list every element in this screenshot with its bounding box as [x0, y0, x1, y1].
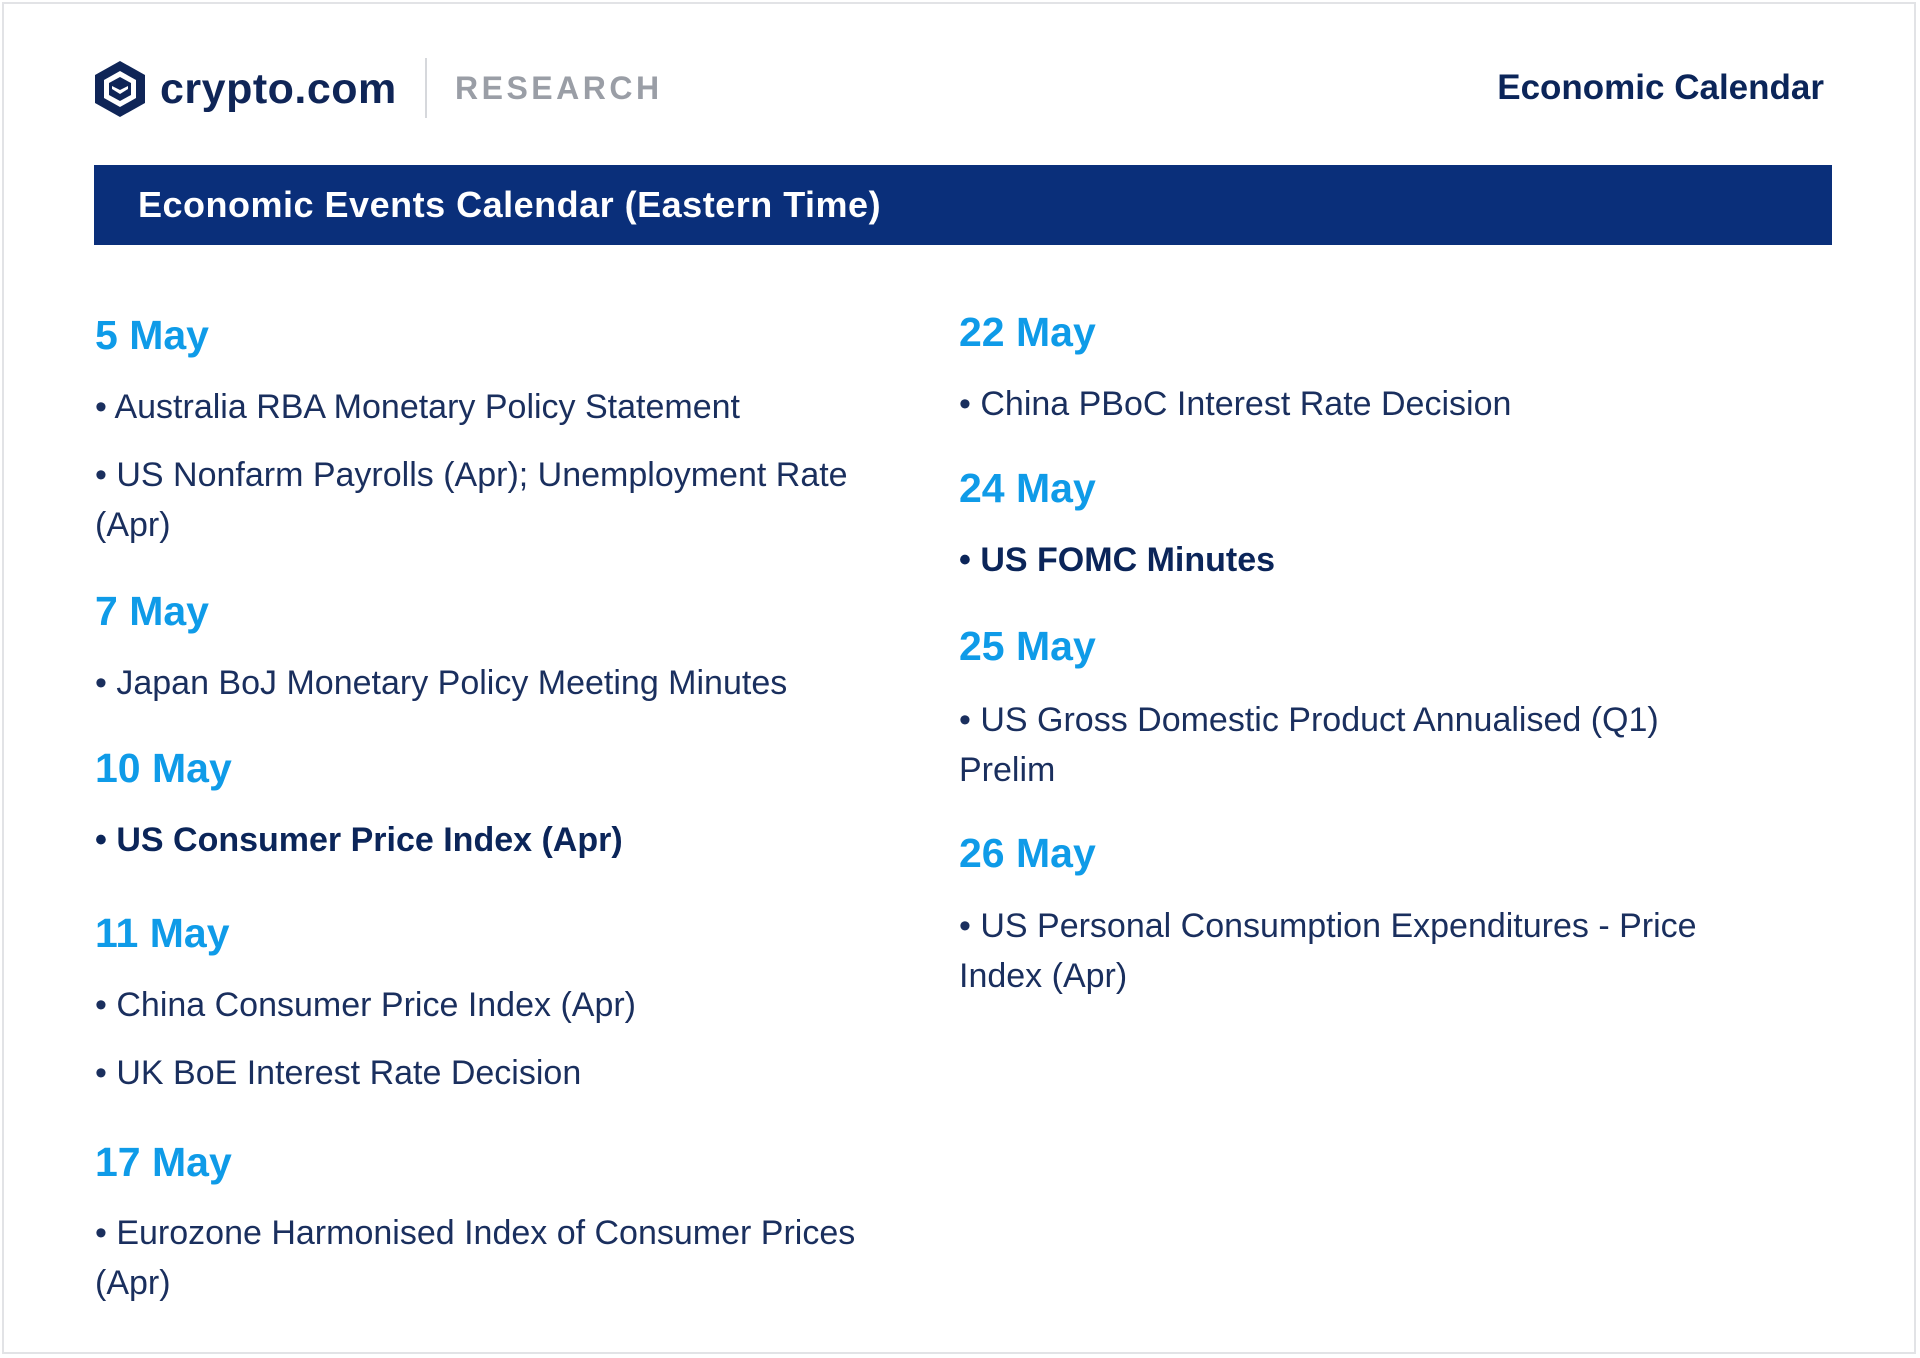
calendar-card: crypto.com RESEARCH Economic Calendar Ec… — [2, 2, 1916, 1354]
header: crypto.com RESEARCH Economic Calendar — [4, 4, 1914, 164]
event-item: • China PBoC Interest Rate Decision — [959, 385, 1512, 423]
banner-title: Economic Events Calendar (Eastern Time) — [138, 184, 882, 225]
date-heading: 26 May — [959, 830, 1096, 876]
event-item: • UK BoE Interest Rate Decision — [95, 1054, 582, 1092]
date-heading: 17 May — [95, 1139, 232, 1185]
date-heading: 7 May — [95, 588, 209, 634]
date-heading: 11 May — [95, 910, 230, 956]
event-item: • US Gross Domestic Product Annualised (… — [959, 701, 1659, 789]
brand-name: crypto.com — [160, 64, 397, 113]
event-item: • Japan BoJ Monetary Policy Meeting Minu… — [95, 664, 788, 702]
date-heading: 25 May — [959, 623, 1096, 669]
date-heading: 10 May — [95, 745, 232, 791]
event-item: • US Consumer Price Index (Apr) — [95, 821, 623, 859]
section-label: RESEARCH — [455, 70, 663, 106]
date-heading: 22 May — [959, 309, 1096, 355]
document-title: Economic Calendar — [1497, 68, 1824, 107]
event-item: • Eurozone Harmonised Index of Consumer … — [95, 1214, 856, 1302]
event-item: • US Nonfarm Payrolls (Apr); Unemploymen… — [95, 456, 848, 544]
date-heading: 24 May — [959, 465, 1096, 511]
event-item: • US Personal Consumption Expenditures -… — [959, 907, 1697, 995]
event-item: • China Consumer Price Index (Apr) — [95, 986, 636, 1024]
crypto-com-logo-icon — [95, 61, 145, 117]
date-heading: 5 May — [95, 312, 209, 358]
header-divider — [425, 58, 427, 118]
event-item: • Australia RBA Monetary Policy Statemen… — [95, 388, 740, 426]
title-banner: Economic Events Calendar (Eastern Time) — [94, 165, 1832, 245]
brand-logo: crypto.com — [92, 59, 397, 119]
event-item: • US FOMC Minutes — [959, 541, 1276, 579]
